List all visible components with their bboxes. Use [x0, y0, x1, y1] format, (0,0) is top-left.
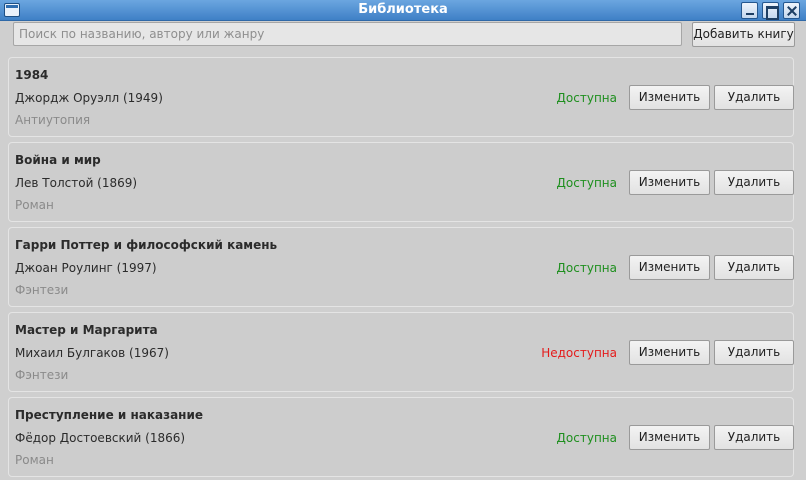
availability-status: Доступна	[556, 261, 617, 275]
add-book-button[interactable]: Добавить книгу	[692, 22, 795, 47]
window-title: Библиотека	[358, 2, 448, 17]
book-card: Мастер и Маргарита Михаил Булгаков (1967…	[8, 312, 794, 392]
availability-status: Недоступна	[541, 346, 617, 360]
delete-button[interactable]: Удалить	[714, 170, 794, 195]
close-icon[interactable]	[783, 2, 800, 19]
book-title: Преступление и наказание	[15, 408, 204, 422]
delete-button[interactable]: Удалить	[714, 340, 794, 365]
book-title: Мастер и Маргарита	[15, 323, 158, 337]
edit-button[interactable]: Изменить	[629, 425, 710, 450]
book-genre: Фэнтези	[15, 283, 69, 297]
book-author: Фёдор Достоевский (1866)	[15, 431, 186, 445]
book-genre: Фэнтези	[15, 368, 69, 382]
book-card: 1984 Джордж Оруэлл (1949) Антиутопия Дос…	[8, 57, 794, 137]
availability-status: Доступна	[556, 176, 617, 190]
search-input[interactable]	[13, 22, 682, 46]
edit-button[interactable]: Изменить	[629, 170, 710, 195]
edit-button[interactable]: Изменить	[629, 85, 710, 110]
delete-button[interactable]: Удалить	[714, 255, 794, 280]
book-genre: Роман	[15, 198, 54, 212]
book-list[interactable]: 1984 Джордж Оруэлл (1949) Антиутопия Дос…	[8, 57, 794, 480]
availability-status: Доступна	[556, 431, 617, 445]
maximize-icon[interactable]	[762, 2, 779, 20]
edit-button[interactable]: Изменить	[629, 340, 710, 365]
availability-status: Доступна	[556, 91, 617, 105]
minimize-icon[interactable]	[741, 2, 758, 19]
book-genre: Антиутопия	[15, 113, 91, 127]
book-title: 1984	[15, 68, 49, 82]
book-author: Лев Толстой (1869)	[15, 176, 138, 190]
title-bar: Библиотека	[0, 0, 806, 21]
book-author: Джордж Оруэлл (1949)	[15, 91, 163, 105]
delete-button[interactable]: Удалить	[714, 425, 794, 450]
edit-button[interactable]: Изменить	[629, 255, 710, 280]
book-title: Война и мир	[15, 153, 101, 167]
book-card: Война и мир Лев Толстой (1869) Роман Дос…	[8, 142, 794, 222]
book-card: Преступление и наказание Фёдор Достоевск…	[8, 397, 794, 477]
delete-button[interactable]: Удалить	[714, 85, 794, 110]
book-author: Джоан Роулинг (1997)	[15, 261, 157, 275]
book-card: Гарри Поттер и философский камень Джоан …	[8, 227, 794, 307]
book-title: Гарри Поттер и философский камень	[15, 238, 278, 252]
book-author: Михаил Булгаков (1967)	[15, 346, 169, 360]
book-genre: Роман	[15, 453, 54, 467]
